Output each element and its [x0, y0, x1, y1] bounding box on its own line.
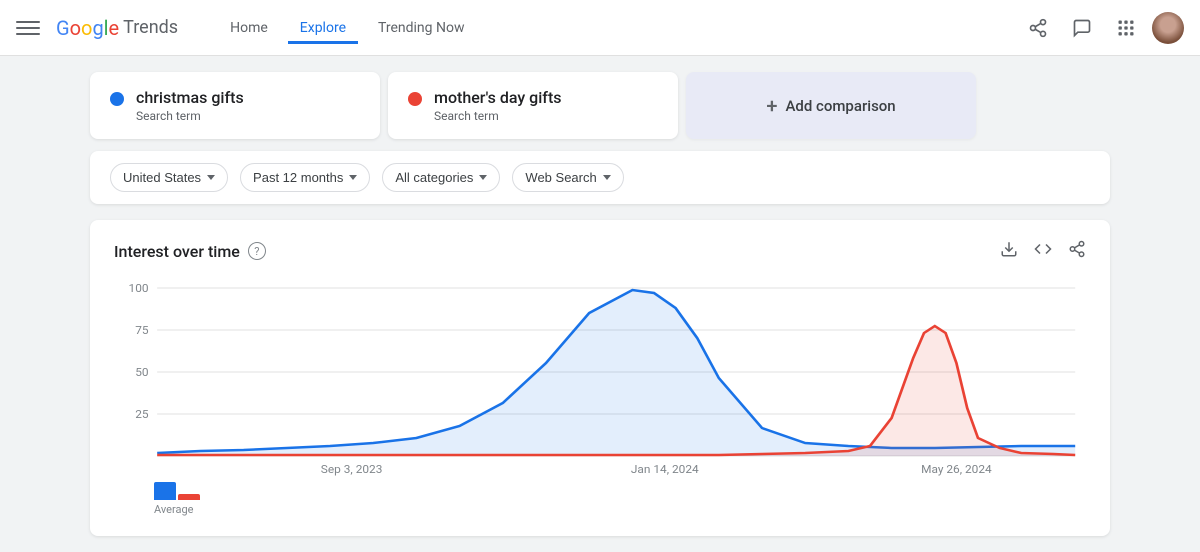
chart-svg: 100 75 50 25 Sep 3, 2023 Jan 14, 2024 Ma…	[114, 278, 1086, 478]
menu-icon[interactable]	[16, 16, 40, 40]
filter-country[interactable]: United States	[110, 163, 228, 192]
term1-color-dot	[110, 92, 124, 106]
search-terms-row: christmas gifts Search term mother's day…	[90, 72, 1110, 139]
main-nav: Home Explore Trending Now	[218, 12, 476, 44]
user-avatar[interactable]	[1152, 12, 1184, 44]
chevron-down-icon	[479, 175, 487, 180]
term1-name: christmas gifts	[136, 88, 244, 107]
apps-button[interactable]	[1108, 10, 1144, 46]
svg-text:50: 50	[135, 365, 148, 378]
filter-category[interactable]: All categories	[382, 163, 500, 192]
avg-bar-red	[178, 494, 200, 500]
trends-wordmark: Trends	[123, 17, 178, 38]
filter-search-type-label: Web Search	[525, 170, 596, 185]
avg-bar-blue	[154, 482, 176, 500]
svg-text:May 26, 2024: May 26, 2024	[921, 462, 992, 475]
average-label: Average	[154, 503, 200, 516]
svg-text:100: 100	[129, 281, 149, 294]
filter-row: United States Past 12 months All categor…	[90, 151, 1110, 204]
download-icon[interactable]	[1000, 240, 1018, 262]
google-wordmark: Google	[56, 16, 119, 40]
header-left: Google Trends Home Explore Trending Now	[16, 12, 476, 44]
chart-header: Interest over time ?	[114, 240, 1086, 262]
search-term-card-2[interactable]: mother's day gifts Search term	[388, 72, 678, 139]
term2-name: mother's day gifts	[434, 88, 562, 107]
header-right	[1020, 10, 1184, 46]
average-bars-container: Average	[154, 482, 200, 516]
svg-text:Sep 3, 2023: Sep 3, 2023	[321, 462, 383, 475]
filter-category-label: All categories	[395, 170, 473, 185]
share-button[interactable]	[1020, 10, 1056, 46]
chart-title: Interest over time	[114, 242, 240, 261]
chart-area: 100 75 50 25 Sep 3, 2023 Jan 14, 2024 Ma…	[114, 278, 1086, 478]
embed-icon[interactable]	[1034, 240, 1052, 262]
svg-text:25: 25	[135, 407, 148, 420]
term2-color-dot	[408, 92, 422, 106]
average-section: Average	[114, 482, 1086, 516]
google-trends-logo[interactable]: Google Trends	[56, 16, 178, 40]
search-term-card-1[interactable]: christmas gifts Search term	[90, 72, 380, 139]
svg-text:75: 75	[135, 323, 148, 336]
main-content: christmas gifts Search term mother's day…	[0, 56, 1200, 552]
feedback-button[interactable]	[1064, 10, 1100, 46]
nav-home[interactable]: Home	[218, 12, 280, 44]
filter-search-type[interactable]: Web Search	[512, 163, 623, 192]
filter-time-label: Past 12 months	[253, 170, 343, 185]
chart-actions	[1000, 240, 1086, 262]
app-header: Google Trends Home Explore Trending Now	[0, 0, 1200, 56]
svg-text:Jan 14, 2024: Jan 14, 2024	[631, 462, 699, 475]
term1-text: christmas gifts Search term	[136, 88, 244, 123]
filter-time[interactable]: Past 12 months	[240, 163, 370, 192]
filter-country-label: United States	[123, 170, 201, 185]
term2-text: mother's day gifts Search term	[434, 88, 562, 123]
chart-title-row: Interest over time ?	[114, 242, 266, 261]
interest-over-time-card: Interest over time ?	[90, 220, 1110, 536]
chevron-down-icon	[603, 175, 611, 180]
add-comparison-card[interactable]: + Add comparison	[686, 72, 976, 139]
chevron-down-icon	[349, 175, 357, 180]
info-icon[interactable]: ?	[248, 242, 266, 260]
term2-type: Search term	[434, 109, 562, 123]
share-chart-icon[interactable]	[1068, 240, 1086, 262]
add-comparison-label: Add comparison	[785, 97, 895, 115]
nav-explore[interactable]: Explore	[288, 12, 358, 44]
add-comparison-content: + Add comparison	[766, 94, 895, 118]
term1-type: Search term	[136, 109, 244, 123]
average-bars	[154, 482, 200, 500]
plus-icon: +	[766, 94, 777, 118]
nav-trending-now[interactable]: Trending Now	[366, 12, 476, 44]
chevron-down-icon	[207, 175, 215, 180]
